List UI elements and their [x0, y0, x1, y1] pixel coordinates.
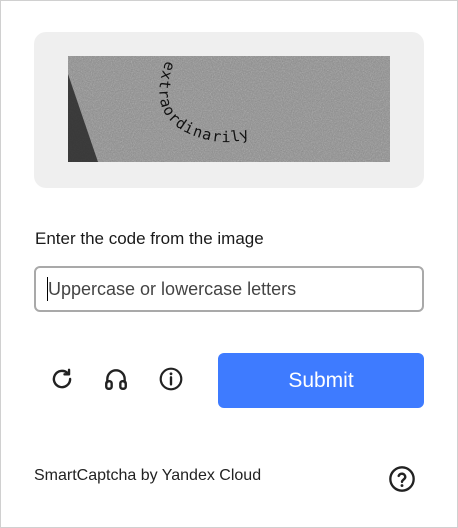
brand-text: SmartCaptcha by Yandex Cloud [34, 467, 262, 484]
question-icon [389, 466, 415, 492]
captcha-prompt: Enter the code from the image [35, 229, 264, 248]
submit-button[interactable]: Submit [218, 353, 424, 408]
captcha-widget: extraordinarily Enter the code from the … [0, 0, 458, 528]
info-icon [159, 367, 183, 391]
refresh-button[interactable] [48, 365, 76, 393]
headphones-icon [105, 369, 127, 390]
help-button[interactable] [388, 465, 416, 493]
captcha-image-panel: extraordinarily [34, 32, 424, 188]
refresh-icon [52, 368, 72, 389]
text-caret [47, 277, 48, 301]
audio-button[interactable] [102, 365, 130, 393]
info-button[interactable] [157, 365, 185, 393]
captcha-image: extraordinarily [68, 56, 390, 162]
code-input[interactable] [34, 266, 424, 312]
